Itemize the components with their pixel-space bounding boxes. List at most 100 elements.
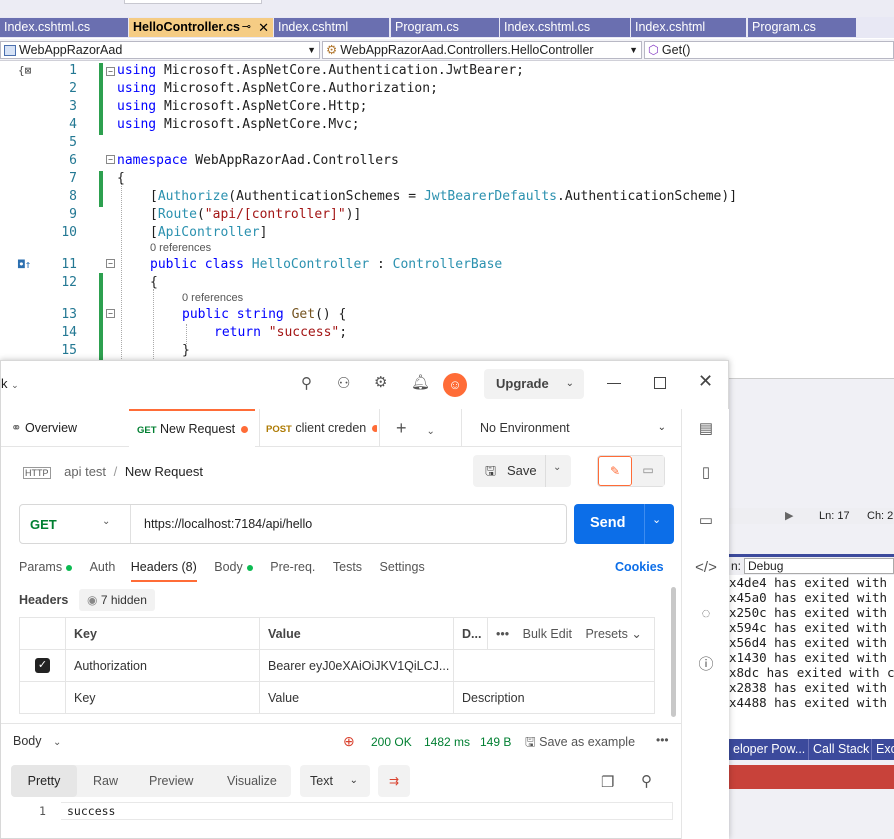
view-preview[interactable]: Preview [149,774,193,788]
chevron-down-icon[interactable]: ⌄ [427,426,435,437]
close-icon[interactable]: ✕ [258,18,269,37]
tab-index-cshtml-cs-2[interactable]: Index.cshtml.cs [500,18,630,37]
tab-hellocontroller-cs[interactable]: HelloController.cs ⊸ ✕ [129,18,273,37]
header-key-cell[interactable]: Authorization [65,649,260,682]
collapse-icon[interactable]: − [106,67,115,76]
member-dropdown[interactable]: ⬡ Get() [644,41,894,59]
tab-tests[interactable]: Tests [333,560,362,574]
tab-overview[interactable]: ⚭ Overview [11,409,126,447]
project-dropdown[interactable]: WebAppRazorAad ▼ [0,41,320,59]
request-name[interactable]: New Request [125,464,203,479]
lightbulb-icon[interactable]: ◌ [682,605,730,622]
tab-headers[interactable]: Headers (8) [130,560,197,582]
tab-call-stack[interactable]: Call Stack [809,739,872,760]
header-enabled-checkbox[interactable]: ✓ [35,658,50,673]
url-input[interactable]: https://localhost:7184/api/hello [144,517,312,531]
notification-bell-icon[interactable]: 🔔︎ [411,373,430,391]
tab-index-cshtml[interactable]: Index.cshtml [274,18,389,37]
settings-icon[interactable]: ⚙ [374,373,387,391]
plus-icon[interactable]: + [396,418,407,438]
cookies-link[interactable]: Cookies [615,560,664,574]
code-editor[interactable]: {⊠ − − − − ◘↑ 1 using Microsoft.AspNetCor… [0,61,894,363]
header-value-cell[interactable]: Bearer eyJ0eXAiOiJKV1QiLCJ... [259,649,454,682]
chevron-down-icon[interactable]: ⌄ [553,462,561,473]
scroll-right-icon[interactable]: ▶ [785,508,793,524]
environment-quicklook-icon[interactable]: ▤ [682,419,730,437]
environment-dropdown[interactable]: No Environment ⌄ [461,409,676,447]
table-row: Key Value Description [19,681,655,714]
search-icon[interactable]: ⚲ [641,772,652,790]
view-raw[interactable]: Raw [93,774,118,788]
chevron-down-icon[interactable]: ⌄ [652,513,661,526]
more-icon[interactable]: ••• [656,733,669,747]
view-visualize[interactable]: Visualize [227,774,277,788]
tab-auth[interactable]: Auth [90,560,116,574]
hidden-headers-toggle[interactable]: ◉ 7 hidden [79,589,155,611]
pencil-icon[interactable]: ✎ [598,456,632,486]
tab-pre-request[interactable]: Pre-req. [270,560,315,574]
chevron-down-icon[interactable]: ⌄ [102,516,110,527]
response-size[interactable]: 149 B [480,735,511,749]
implements-icon: ◘↑ [18,258,32,271]
save-as-example-button[interactable]: 🖫 Save as example [525,733,635,754]
comment-icon[interactable]: ▭ [632,456,664,486]
copy-icon[interactable]: ❐ [601,773,614,791]
tab-program-cs-2[interactable]: Program.cs [748,18,856,37]
minimize-button[interactable] [607,383,621,384]
view-pretty[interactable]: Pretty [11,765,77,797]
wrap-lines-icon[interactable]: ⇉ [378,765,410,797]
new-key-input[interactable]: Key [65,681,260,714]
upgrade-button[interactable]: Upgrade ⌄ [484,369,584,399]
code-icon[interactable]: </> [682,559,730,576]
info-icon[interactable]: ⓘ [682,653,730,674]
response-body-dropdown[interactable]: Body ⌄ [13,734,61,748]
status-code[interactable]: 200 OK [371,735,412,749]
tab-params[interactable]: Params [19,560,73,574]
close-window-button[interactable]: ✕ [698,371,713,392]
scrollbar[interactable] [671,587,676,717]
new-description-input[interactable]: Description [453,681,655,714]
new-value-input[interactable]: Value [259,681,454,714]
search-icon[interactable]: ⚲ [301,374,312,392]
header-description-cell[interactable] [453,649,655,682]
maximize-button[interactable] [654,377,666,389]
tab-settings[interactable]: Settings [380,560,425,574]
tab-developer-powershell[interactable]: eloper Pow... [729,739,809,760]
comments-icon[interactable]: ▭ [682,511,730,529]
save-button[interactable]: 🖫 Save ⌄ [473,455,571,487]
output-source-dropdown[interactable]: Debug [744,558,894,574]
tab-index-cshtml-2[interactable]: Index.cshtml [631,18,746,37]
codelens-references[interactable]: 0 references [182,292,243,304]
breadcrumb-collection[interactable]: api test [64,464,106,479]
member-label: Get() [661,43,691,57]
collapse-icon[interactable]: − [106,155,115,164]
presets-dropdown[interactable]: Presets ⌄ [585,627,641,641]
tab-client-credentials[interactable]: POST client creden [259,409,377,447]
edit-mode-toggle[interactable]: ✎ ▭ [597,455,665,487]
documentation-icon[interactable]: ▯ [682,463,730,481]
tab-program-cs[interactable]: Program.cs [391,18,499,37]
line-number: 3 [69,99,77,114]
more-icon[interactable]: ••• [496,627,509,641]
collapse-icon[interactable]: − [106,259,115,268]
output-line: x1430 has exited with co [729,650,894,665]
collapse-icon[interactable]: − [106,309,115,318]
response-time[interactable]: 1482 ms [424,735,470,749]
add-user-icon[interactable]: ⚇ [337,374,350,392]
pin-icon[interactable]: ⊸ [242,18,251,37]
toolbar-search-box[interactable] [124,0,262,4]
avatar[interactable]: ☺ [443,373,467,397]
tab-exception[interactable]: Exc [872,739,894,760]
tab-index-cshtml-cs[interactable]: Index.cshtml.cs [0,18,128,37]
codelens-references[interactable]: 0 references [150,242,211,254]
class-dropdown[interactable]: ⚙ WebAppRazorAad.Controllers.HelloControl… [322,41,642,59]
output-panel: n: Debug x4de4 has exited with co x45a0 … [729,554,894,739]
format-dropdown[interactable]: Text ⌄ [300,765,370,797]
method-select[interactable]: GET [30,517,57,532]
bulk-edit-button[interactable]: Bulk Edit [523,627,572,641]
tab-body[interactable]: Body [214,560,253,574]
indent-guide [153,289,154,363]
tab-new-request[interactable]: GET New Request [129,409,255,447]
workspace-name[interactable]: k ⌄ [1,376,19,391]
send-button[interactable]: Send ⌄ [574,504,674,544]
